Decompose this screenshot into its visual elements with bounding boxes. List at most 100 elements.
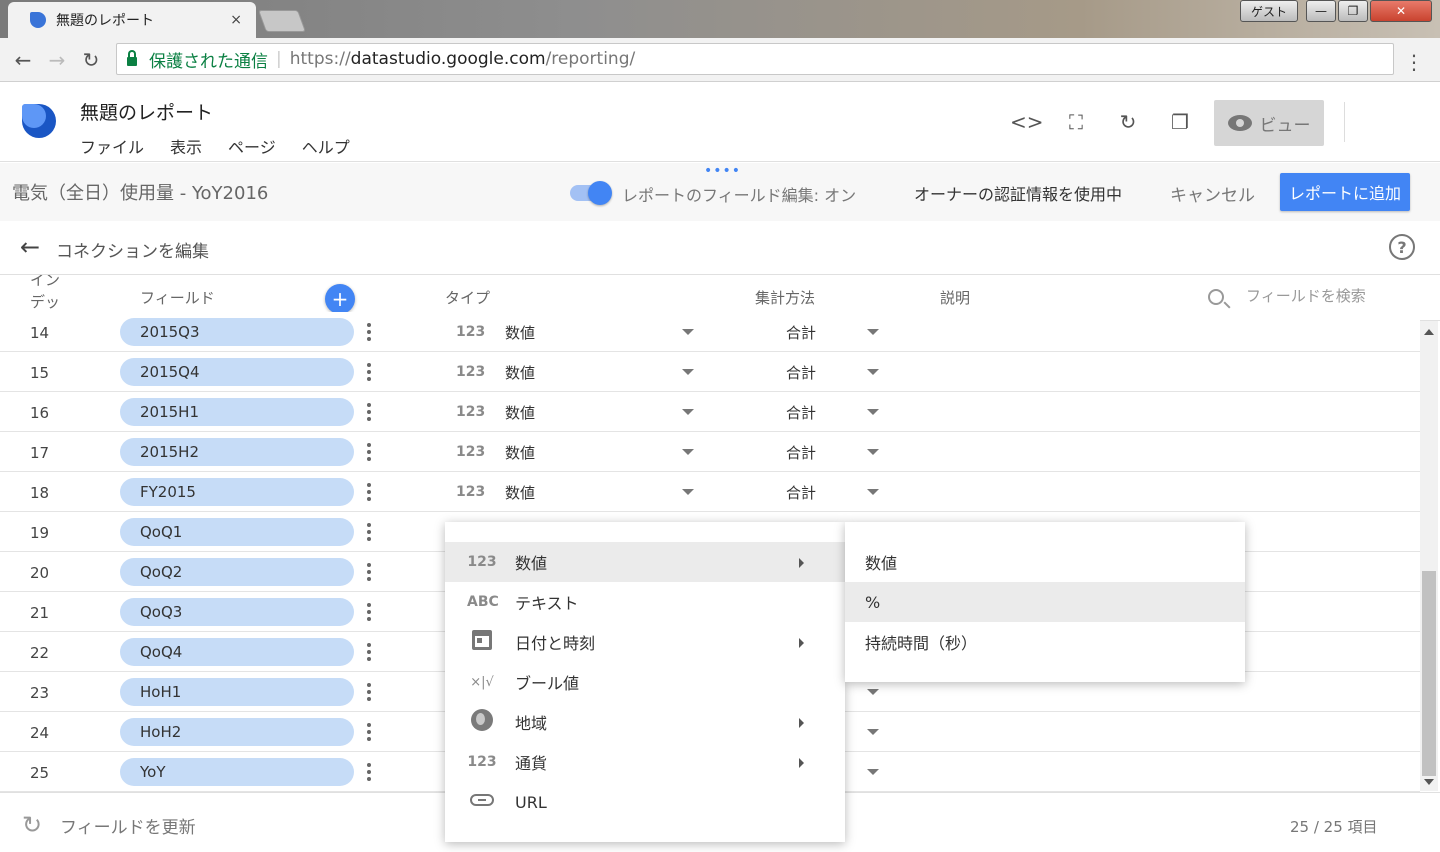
field-name-chip[interactable]: HoH2 (120, 718, 354, 746)
menu-item-label: 数値 (515, 554, 548, 573)
aggregation-select[interactable]: 合計 (786, 482, 816, 503)
help-icon[interactable]: ? (1389, 234, 1415, 260)
new-tab-button[interactable] (257, 10, 307, 32)
field-name-chip[interactable]: 2015H2 (120, 438, 354, 466)
refresh-fields-button[interactable]: フィールドを更新 (60, 813, 196, 838)
more-vert-icon[interactable] (364, 642, 374, 662)
tab-close-icon[interactable]: × (230, 12, 242, 28)
data-source-name[interactable]: 電気（全日）使用量 - YoY2016 (12, 179, 268, 205)
menu-page[interactable]: ページ (228, 134, 276, 158)
field-name-chip[interactable]: QoQ4 (120, 638, 354, 666)
menu-item-url[interactable]: URL (445, 782, 845, 822)
cancel-button[interactable]: キャンセル (1170, 181, 1255, 206)
menu-item-number[interactable]: 123 数値 (445, 542, 845, 582)
type-dropdown-icon[interactable] (682, 369, 694, 375)
field-name-chip[interactable]: HoH1 (120, 678, 354, 706)
data-studio-logo-icon[interactable] (22, 104, 56, 138)
view-button[interactable]: ビュー (1214, 100, 1324, 146)
more-vert-icon[interactable] (364, 562, 374, 582)
menu-view[interactable]: 表示 (170, 134, 202, 158)
type-select[interactable]: 数値 (505, 402, 535, 423)
guest-profile-button[interactable]: ゲスト (1240, 0, 1298, 22)
minimize-button[interactable]: — (1306, 0, 1336, 22)
submenu-item-duration[interactable]: 持続時間（秒） (845, 622, 1245, 662)
back-icon[interactable]: ← (6, 48, 40, 72)
drag-handle-icon[interactable]: •••• (704, 163, 741, 179)
menu-item-text[interactable]: ABC テキスト (445, 582, 845, 622)
type-dropdown-icon[interactable] (682, 489, 694, 495)
field-name-chip[interactable]: YoY (120, 758, 354, 786)
scroll-down-icon[interactable] (1424, 779, 1434, 785)
aggregation-select[interactable]: 合計 (786, 402, 816, 423)
more-vert-icon[interactable] (364, 362, 374, 382)
owner-credentials-button[interactable]: オーナーの認証情報を使用中 (914, 181, 1122, 205)
aggregation-dropdown-icon[interactable] (867, 769, 879, 775)
field-name-chip[interactable]: FY2015 (120, 478, 354, 506)
more-vert-icon[interactable] (364, 442, 374, 462)
embed-code-icon[interactable]: <> (1010, 110, 1044, 134)
more-vert-icon[interactable] (364, 682, 374, 702)
maximize-button[interactable]: ❐ (1338, 0, 1368, 22)
more-vert-icon[interactable] (364, 762, 374, 782)
browser-menu-icon[interactable]: ⋮ (1404, 50, 1424, 74)
vertical-scrollbar[interactable] (1420, 321, 1438, 791)
aggregation-dropdown-icon[interactable] (867, 449, 879, 455)
browser-tab[interactable]: 無題のレポート × (8, 2, 256, 38)
reload-icon[interactable]: ↻ (74, 48, 108, 72)
field-name-chip[interactable]: QoQ1 (120, 518, 354, 546)
type-dropdown-icon[interactable] (682, 409, 694, 415)
refresh-data-icon[interactable]: ↻ (1114, 110, 1142, 134)
back-arrow-icon[interactable]: ← (20, 233, 40, 261)
refresh-icon[interactable]: ↻ (22, 811, 42, 839)
more-vert-icon[interactable] (364, 482, 374, 502)
menu-item-geo[interactable]: 地域 (445, 702, 845, 742)
copy-report-icon[interactable]: ❐ (1166, 110, 1194, 134)
field-name-chip[interactable]: QoQ3 (120, 598, 354, 626)
submenu-item-number[interactable]: 数値 (845, 542, 1245, 582)
aggregation-dropdown-icon[interactable] (867, 689, 879, 695)
type-select[interactable]: 数値 (505, 442, 535, 463)
scroll-up-icon[interactable] (1424, 329, 1434, 335)
field-name-chip[interactable]: 2015Q4 (120, 358, 354, 386)
add-field-button[interactable]: + (325, 284, 355, 314)
aggregation-dropdown-icon[interactable] (867, 369, 879, 375)
menu-item-currency[interactable]: 123 通貨 (445, 742, 845, 782)
more-vert-icon[interactable] (364, 722, 374, 742)
more-vert-icon[interactable] (364, 402, 374, 422)
add-to-report-button[interactable]: レポートに追加 (1280, 173, 1410, 211)
type-select[interactable]: 数値 (505, 362, 535, 383)
more-vert-icon[interactable] (364, 322, 374, 342)
url-input[interactable]: 保護された通信 | https://datastudio.google.com /… (116, 43, 1394, 75)
field-search (1208, 283, 1408, 315)
aggregation-select[interactable]: 合計 (786, 322, 816, 343)
more-vert-icon[interactable] (364, 522, 374, 542)
type-select[interactable]: 数値 (505, 322, 535, 343)
forward-icon[interactable]: → (40, 48, 74, 72)
menu-file[interactable]: ファイル (80, 134, 144, 158)
row-index: 25 (30, 764, 50, 782)
field-name-chip[interactable]: QoQ2 (120, 558, 354, 586)
menu-help[interactable]: ヘルプ (302, 134, 350, 158)
aggregation-dropdown-icon[interactable] (867, 729, 879, 735)
more-vert-icon[interactable] (364, 602, 374, 622)
report-title[interactable]: 無題のレポート (80, 98, 213, 125)
menu-item-date-time[interactable]: 日付と時刻 (445, 622, 845, 662)
type-dropdown-icon[interactable] (682, 449, 694, 455)
aggregation-dropdown-icon[interactable] (867, 489, 879, 495)
aggregation-dropdown-icon[interactable] (867, 329, 879, 335)
type-select[interactable]: 数値 (505, 482, 535, 503)
menu-item-boolean[interactable]: ×|√ ブール値 (445, 662, 845, 702)
aggregation-select[interactable]: 合計 (786, 362, 816, 383)
submenu-item-percent[interactable]: % (845, 582, 1245, 622)
aggregation-select[interactable]: 合計 (786, 442, 816, 463)
field-name-chip[interactable]: 2015Q3 (120, 318, 354, 346)
aggregation-dropdown-icon[interactable] (867, 409, 879, 415)
close-window-button[interactable]: ✕ (1370, 0, 1432, 22)
field-name-chip[interactable]: 2015H1 (120, 398, 354, 426)
scroll-thumb[interactable] (1422, 571, 1436, 776)
edit-connection-button[interactable]: コネクションを編集 (56, 237, 209, 262)
field-search-input[interactable] (1246, 287, 1406, 305)
fullscreen-icon[interactable]: ⛶ (1062, 110, 1090, 134)
type-dropdown-icon[interactable] (682, 329, 694, 335)
field-edit-toggle[interactable] (568, 181, 612, 205)
